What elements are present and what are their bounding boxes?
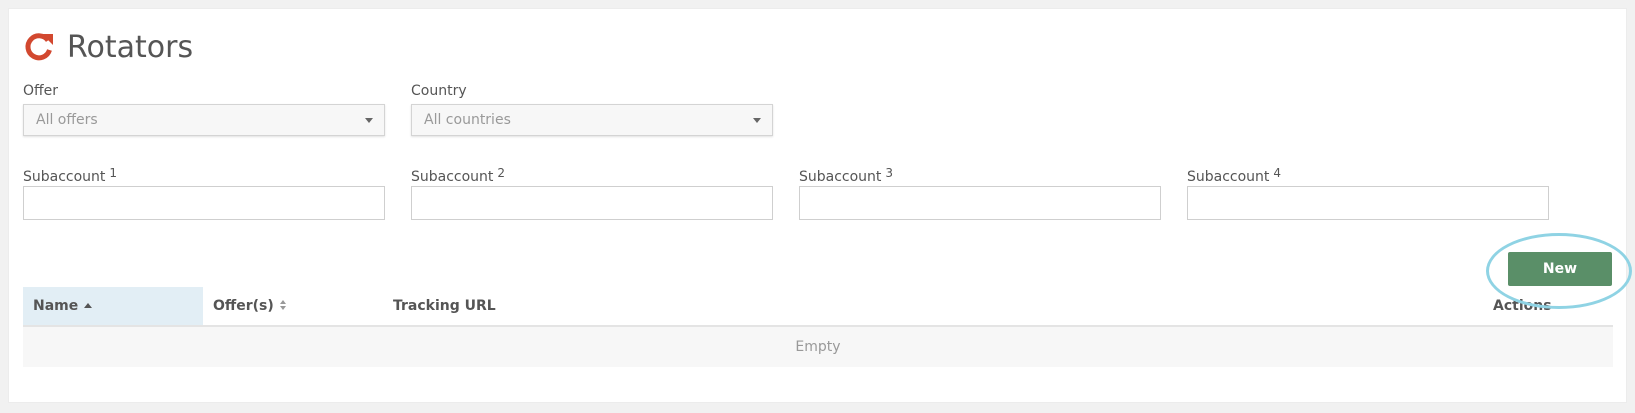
subaccount-4-field: Subaccount 4 [1187, 163, 1549, 220]
subaccount-1-field: Subaccount 1 [23, 163, 385, 220]
subaccount-3-field: Subaccount 3 [799, 163, 1161, 220]
country-select-value: All countries [424, 112, 511, 128]
subaccount-3-label: Subaccount 3 [799, 166, 894, 185]
page-title: Rotators [67, 29, 194, 65]
offer-select-value: All offers [36, 112, 98, 128]
offer-filter: Offer All offers [23, 81, 385, 136]
subaccount-4-label: Subaccount 4 [1187, 166, 1282, 185]
table-header: Name Offer(s) Tracking URL Actions [23, 287, 1613, 327]
subaccount-4-input[interactable] [1187, 186, 1549, 220]
column-header-name[interactable]: Name [23, 287, 203, 325]
sort-icon [279, 300, 288, 310]
refresh-icon [25, 33, 53, 61]
offer-label: Offer [23, 83, 59, 99]
subaccount-2-label: Subaccount 2 [411, 166, 506, 185]
sort-asc-icon [84, 303, 93, 308]
subaccount-2-input[interactable] [411, 186, 773, 220]
country-label: Country [411, 83, 467, 99]
column-header-offers[interactable]: Offer(s) [213, 287, 288, 325]
subaccount-1-label: Subaccount 1 [23, 166, 118, 185]
country-select[interactable]: All countries [411, 104, 773, 136]
subaccount-2-field: Subaccount 2 [411, 163, 773, 220]
chevron-down-icon [753, 118, 761, 123]
page-header: Rotators [23, 27, 193, 67]
chevron-down-icon [365, 118, 373, 123]
subaccount-1-input[interactable] [23, 186, 385, 220]
subaccount-3-input[interactable] [799, 186, 1161, 220]
country-filter: Country All countries [411, 81, 773, 136]
empty-row: Empty [23, 327, 1613, 367]
column-header-tracking-url: Tracking URL [393, 298, 496, 314]
new-button[interactable]: New [1508, 252, 1612, 286]
column-header-actions: Actions [1493, 298, 1552, 314]
offer-select[interactable]: All offers [23, 104, 385, 136]
